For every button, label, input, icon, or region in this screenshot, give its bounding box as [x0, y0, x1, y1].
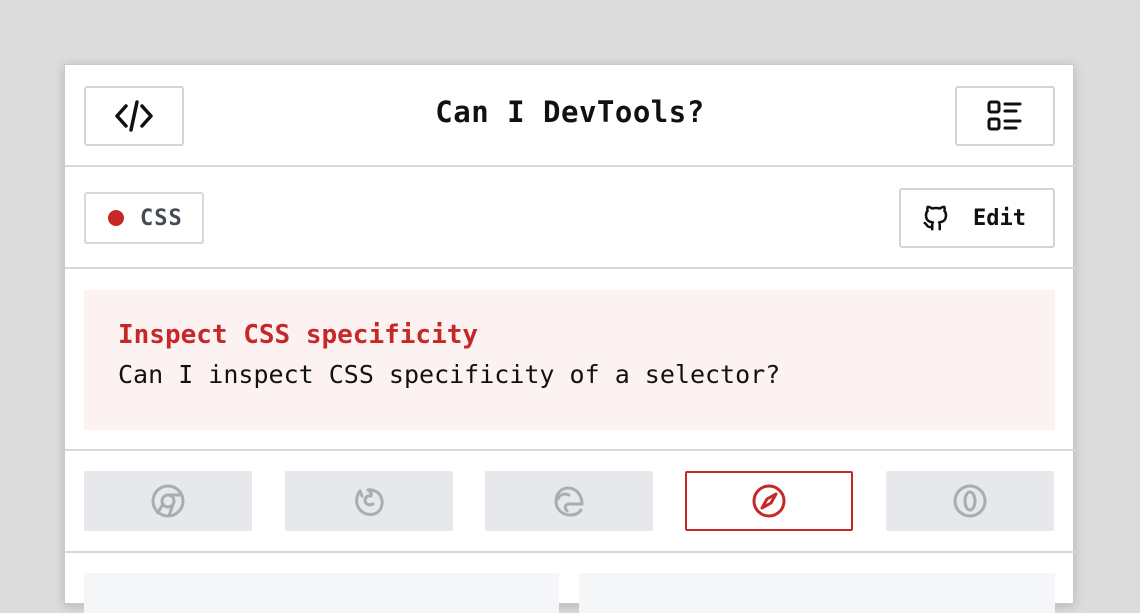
edit-label: Edit	[973, 205, 1026, 231]
support-panel-right	[579, 573, 1055, 613]
devtools-card: Can I DevTools? CSS Edit Inspect CSS spe…	[64, 64, 1075, 613]
header: Can I DevTools?	[65, 65, 1075, 167]
code-icon	[115, 100, 153, 132]
chrome-icon	[151, 484, 185, 518]
question-title: Inspect CSS specificity	[118, 320, 479, 350]
question-text: Can I inspect CSS specificity of a selec…	[118, 360, 781, 389]
browser-button-opera[interactable]	[886, 471, 1054, 531]
question-section: Inspect CSS specificity Can I inspect CS…	[65, 269, 1075, 451]
browser-button-firefox[interactable]	[285, 471, 453, 531]
firefox-icon	[355, 488, 384, 516]
meta-row: CSS Edit	[65, 167, 1075, 269]
category-dot	[108, 210, 124, 226]
opera-icon	[953, 484, 987, 518]
category-tag[interactable]: CSS	[84, 192, 204, 244]
browser-button-chrome[interactable]	[84, 471, 252, 531]
edit-button[interactable]: Edit	[899, 188, 1055, 248]
question-box: Inspect CSS specificity Can I inspect CS…	[84, 290, 1055, 430]
code-button[interactable]	[84, 86, 184, 146]
support-panel-left	[84, 573, 559, 613]
page-title: Can I DevTools?	[435, 95, 705, 129]
list-icon	[987, 100, 1022, 131]
browser-button-edge[interactable]	[485, 471, 653, 531]
safari-icon	[752, 484, 786, 518]
list-button[interactable]	[955, 86, 1055, 146]
github-icon	[923, 205, 948, 231]
category-label: CSS	[140, 205, 183, 231]
browser-row	[65, 451, 1075, 553]
edge-icon	[554, 486, 584, 517]
browser-button-safari[interactable]	[685, 471, 853, 531]
